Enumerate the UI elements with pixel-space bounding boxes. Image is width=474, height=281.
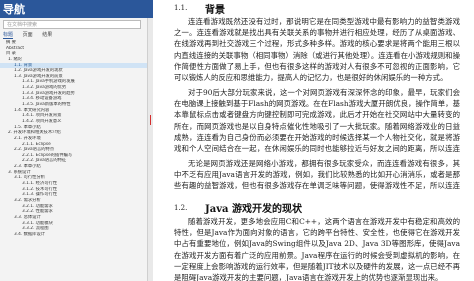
heading-tree: 摘 要 Abstract 目 录 1. 绪论 1.1. 背景 1.2. Java游戏开发的… [0,40,147,237]
section-heading[interactable]: 背景 [205,1,225,16]
nav-pane-title: 导航 [3,3,25,16]
section-number: 1.2. [174,204,188,212]
nav-tree-item[interactable]: 3.4. 数据库设计 [0,232,147,238]
navigation-pane: 在文档中搜索 标题 页面 结果 摘 要 Abstract 目 录 1. 绪论 1.1. … [0,18,148,281]
paragraph[interactable]: 无论是网页游戏还是网络小游戏，都拥有很多玩家受众，而连连看游戏有很多，其中不乏有… [174,158,460,192]
paragraph[interactable]: 对于90后大部分玩家来说，这一个对网页游戏有深深怀念的印象，最早，玩家们会在电脑… [174,87,460,155]
nav-search-input[interactable]: 在文档中搜索 [3,20,141,29]
tab-pages[interactable]: 页面 [23,32,33,38]
tab-headings[interactable]: 标题 [3,32,14,39]
section-number: 1.1. [174,4,188,12]
nav-tabs: 标题 页面 结果 [3,31,60,39]
paragraph[interactable]: 连连看游戏既然还没有过时，那说明它是在同类型游戏中最有影响力的益智类游戏之一。连… [174,16,460,84]
paragraph[interactable]: 随着游戏开发，更多地会应用C和C++，这两个语言在游戏开发中有稳定和高效的特性，… [174,216,460,281]
tab-results[interactable]: 结果 [42,32,52,38]
text-cursor [150,115,151,125]
section-heading[interactable]: Java 游戏开发的现状 [205,200,302,215]
